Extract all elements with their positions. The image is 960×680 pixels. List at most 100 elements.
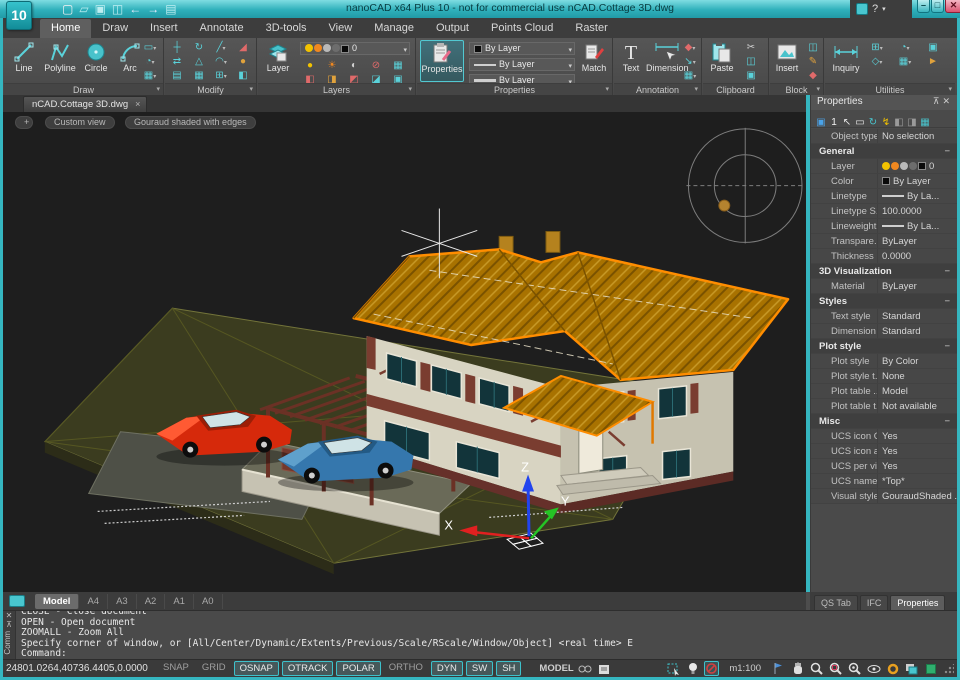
stretch-icon[interactable]: ▦ [191, 69, 207, 83]
annotation-group-footer[interactable]: Annotation ▾ [614, 83, 701, 95]
offset-icon[interactable]: ◧ [235, 69, 251, 83]
close-tab-icon[interactable]: × [135, 99, 140, 109]
array-icon[interactable]: ⊞▾ [213, 69, 229, 83]
toggle-otrack[interactable]: OTRACK [281, 661, 334, 676]
panel-tab-ifc[interactable]: IFC [859, 595, 889, 610]
viewport-plus-control[interactable]: + [15, 116, 33, 129]
one-object-icon[interactable]: 1 [828, 116, 840, 129]
hatch-icon[interactable]: ▦▾ [142, 69, 158, 83]
erase-icon[interactable]: ◢ [235, 41, 251, 55]
glasses-icon[interactable] [578, 661, 593, 676]
zoom-extents-icon[interactable] [847, 661, 862, 676]
property-value[interactable]: 0 [877, 159, 957, 173]
toggle-grid[interactable]: GRID [197, 661, 231, 676]
minimize-button[interactable]: – [917, 0, 930, 13]
property-value[interactable]: By La... [877, 189, 957, 203]
pan-hand-icon[interactable] [790, 661, 805, 676]
section-misc[interactable]: Misc − [811, 414, 957, 429]
copy-icon[interactable]: ⇄ [169, 55, 185, 69]
lightning-icon[interactable]: ↯ [880, 116, 892, 129]
tab-draw[interactable]: Draw [91, 19, 139, 38]
tab-raster[interactable]: Raster [564, 19, 618, 38]
collapse-icon[interactable]: − [944, 294, 957, 308]
model-space-label[interactable]: MODEL [539, 663, 573, 674]
toggle-osnap[interactable]: OSNAP [233, 661, 279, 676]
property-value[interactable]: 0.0000 [877, 249, 957, 263]
save-as-icon[interactable]: ◫ [112, 2, 123, 16]
panel-tab-qs-tab[interactable]: QS Tab [814, 595, 858, 610]
orbit-icon[interactable] [866, 661, 881, 676]
zoom-window-icon[interactable] [828, 661, 843, 676]
table-icon[interactable]: ▦▾ [682, 69, 698, 83]
collapse-icon[interactable]: − [944, 144, 957, 158]
section-3d-visualization[interactable]: 3D Visualization − [811, 264, 957, 279]
save-icon[interactable]: ▣ [95, 2, 106, 16]
copy-clip-icon[interactable]: ◫ [743, 55, 759, 69]
layer-on-off-icon[interactable]: ● [302, 59, 318, 73]
resize-grip[interactable] [944, 663, 954, 674]
command-panel[interactable]: ✕ ⊼ Comm CLOSE - Close document OPEN - Op… [3, 610, 957, 659]
point-style-icon[interactable]: ◇▾ [869, 55, 885, 69]
lightbulb-icon[interactable] [685, 661, 700, 676]
viewports-icon[interactable] [904, 661, 919, 676]
property-value[interactable]: Model [877, 384, 957, 398]
unlock-icon[interactable]: ◨ [906, 116, 918, 129]
layer-lock-icon[interactable]: ◐ [346, 59, 362, 73]
draw-group-footer[interactable]: Draw ▾ [4, 83, 163, 95]
maximize-button[interactable]: □ [931, 0, 944, 13]
tab-insert[interactable]: Insert [139, 19, 189, 38]
table-export-icon[interactable]: ▦▾ [897, 55, 913, 69]
clipboard-group-footer[interactable]: Clipboard [703, 83, 768, 95]
match-properties-button[interactable]: Match [577, 40, 611, 82]
property-value[interactable]: ByLayer [877, 279, 957, 293]
property-value[interactable]: GouraudShaded ... [877, 489, 957, 503]
tab-annotate[interactable]: Annotate [189, 19, 255, 38]
layout-tab-a1[interactable]: A1 [165, 593, 194, 609]
new-file-icon[interactable]: ▢ [62, 2, 73, 16]
toggle-sh[interactable]: SH [496, 661, 522, 676]
help-button[interactable]: ? [872, 3, 878, 15]
select-cursor-icon[interactable]: ↖ [841, 116, 853, 129]
id-point-icon[interactable]: ◔▾ [897, 41, 913, 55]
close-panel-icon[interactable]: ✕ [942, 96, 953, 106]
property-value[interactable]: Yes [877, 444, 957, 458]
help-caret-icon[interactable]: ▾ [882, 5, 886, 13]
back-icon[interactable]: ← [129, 2, 141, 16]
toggle-sw[interactable]: SW [465, 661, 494, 676]
tab-output[interactable]: Output [425, 19, 480, 38]
dimension-style-icon[interactable]: ↘▾ [682, 55, 698, 69]
document-tab[interactable]: nCAD.Cottage 3D.dwg × [23, 96, 148, 112]
utilities-group-footer[interactable]: Utilities ▾ [825, 83, 955, 95]
properties-panel-header[interactable]: Properties ⊼✕ [811, 95, 957, 110]
property-value[interactable]: Not available [877, 399, 957, 413]
notification-flag-icon[interactable] [771, 661, 786, 676]
note-icon[interactable] [597, 661, 612, 676]
tab-home[interactable]: Home [40, 19, 92, 38]
viewport-view-control[interactable]: Custom view [45, 116, 115, 129]
tab-manage[interactable]: Manage [363, 19, 425, 38]
measure-icon[interactable]: ⊞▾ [869, 41, 885, 55]
paste-button[interactable]: Paste [705, 40, 739, 82]
app-logo[interactable]: 10 [6, 1, 32, 30]
toggle-ortho[interactable]: ORTHO [384, 661, 428, 676]
sheets-icon[interactable] [9, 595, 25, 607]
layer-select[interactable]: 0 ▾ [300, 42, 410, 55]
layer-merge-icon[interactable]: ▦ [390, 59, 406, 73]
scale-indicator[interactable]: m1:100 [729, 663, 761, 674]
layout-tab-a3[interactable]: A3 [108, 593, 137, 609]
fillet-icon[interactable]: ◠▾ [213, 55, 229, 69]
linetype-select[interactable]: By Layer ▾ [469, 58, 575, 71]
print-icon[interactable]: ▤ [165, 2, 176, 16]
command-history[interactable]: CLOSE - Close document OPEN - Open docume… [21, 611, 953, 659]
circle-button[interactable]: Circle [78, 40, 114, 82]
property-value[interactable]: None [877, 369, 957, 383]
toggle-snap[interactable]: SNAP [158, 661, 194, 676]
layer-off-icon[interactable]: ⊘ [368, 59, 384, 73]
ellipse-icon[interactable]: ◔▾ [142, 55, 158, 69]
property-value[interactable]: Standard [877, 324, 957, 338]
explode-icon[interactable]: ● [235, 55, 251, 69]
color-select[interactable]: By Layer ▾ [469, 42, 575, 55]
no-constraints-icon[interactable] [704, 661, 720, 676]
property-value[interactable]: By La... [877, 219, 957, 233]
lock-icon[interactable]: ◧ [893, 116, 905, 129]
